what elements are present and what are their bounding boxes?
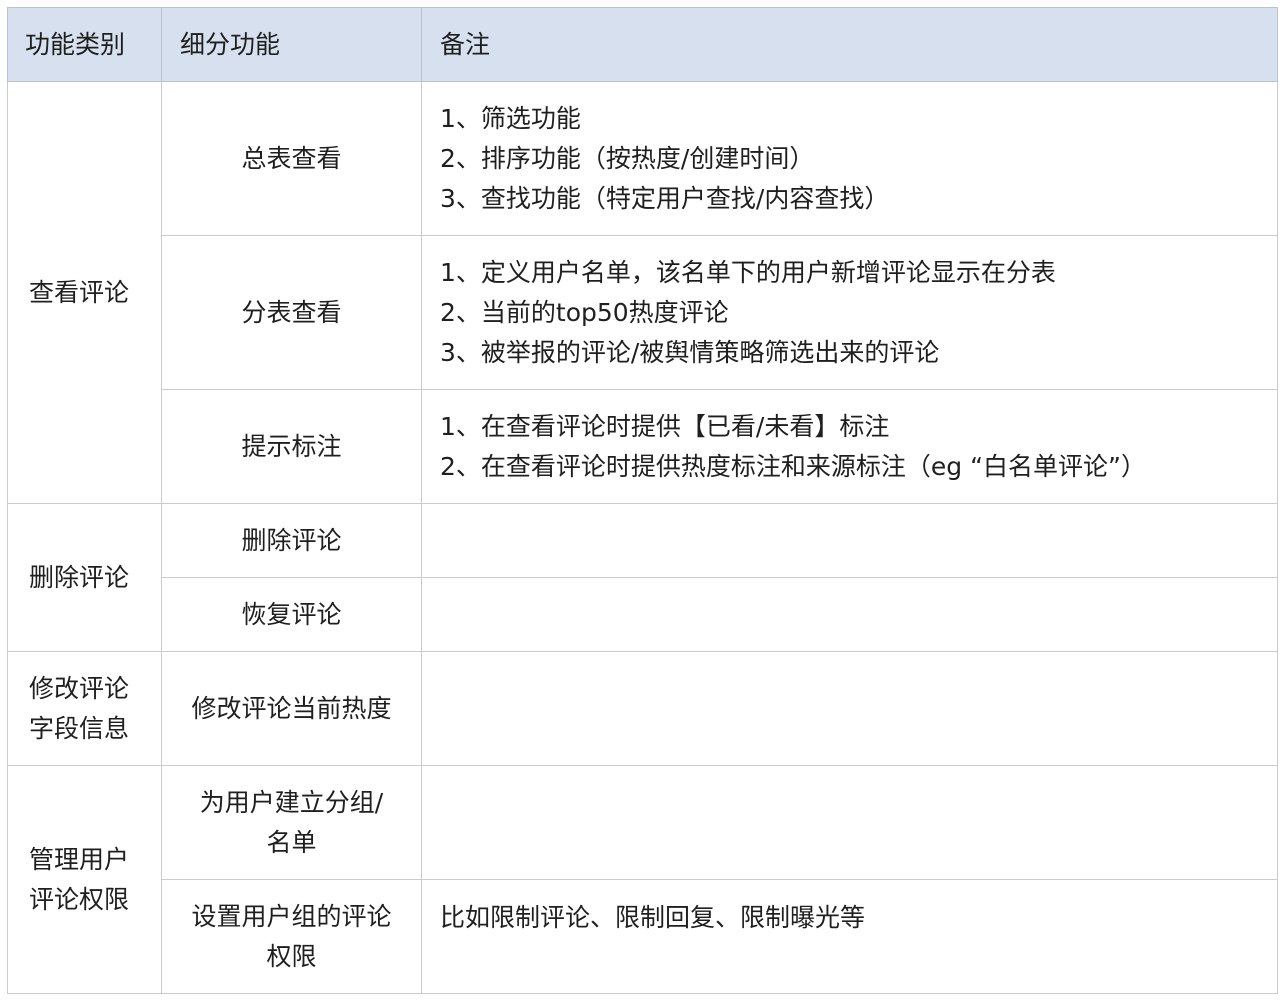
notes-cell xyxy=(421,651,1278,766)
table-row: 删除评论 删除评论 xyxy=(7,503,1278,652)
note-line: 3、被举报的评论/被舆情策略筛选出来的评论 xyxy=(440,337,940,367)
subfeature-line: 权限 xyxy=(266,941,317,971)
note-line: 1、筛选功能 xyxy=(440,103,581,133)
note-line: 2、在查看评论时提供热度标注和来源标注（eg “白名单评论”） xyxy=(440,451,1147,481)
header-subfeature: 细分功能 xyxy=(161,7,422,82)
notes-cell: 比如限制评论、限制回复、限制曝光等 xyxy=(421,879,1278,994)
subfeature-cell: 总表查看 xyxy=(161,81,422,236)
subfeature-cell: 修改评论当前热度 xyxy=(161,651,422,766)
notes-cell: 1、定义用户名单，该名单下的用户新增评论显示在分表 2、当前的top50热度评论… xyxy=(421,235,1278,390)
note-line: 3、查找功能（特定用户查找/内容查找） xyxy=(440,183,890,213)
category-line: 评论权限 xyxy=(29,884,130,914)
category-cell: 管理用户 评论权限 xyxy=(7,765,162,994)
notes-cell: 1、筛选功能 2、排序功能（按热度/创建时间） 3、查找功能（特定用户查找/内容… xyxy=(421,81,1278,236)
table-row: 恢复评论 xyxy=(8,577,1278,652)
subfeature-line: 设置用户组的评论 xyxy=(191,901,392,931)
header-category: 功能类别 xyxy=(7,7,162,82)
note-line: 2、排序功能（按热度/创建时间） xyxy=(440,143,815,173)
table-row: 修改评论 字段信息 修改评论当前热度 xyxy=(7,651,1278,766)
notes-cell xyxy=(421,503,1278,578)
table-row: 查看评论 总表查看 1、筛选功能 2、排序功能（按热度/创建时间） 3、查找功能… xyxy=(7,81,1278,504)
feature-table: 功能类别 细分功能 备注 查看评论 总表查看 1、筛选功能 2、排序功能（按热度… xyxy=(7,7,1278,994)
notes-cell xyxy=(421,765,1278,880)
note-line: 1、定义用户名单，该名单下的用户新增评论显示在分表 xyxy=(440,257,1056,287)
subfeature-cell: 分表查看 xyxy=(161,235,422,390)
subfeature-cell: 设置用户组的评论 权限 xyxy=(161,879,422,994)
header-notes: 备注 xyxy=(421,7,1278,82)
category-cell: 删除评论 xyxy=(7,503,162,652)
table-row: 提示标注 1、在查看评论时提供【已看/未看】标注 2、在查看评论时提供热度标注和… xyxy=(8,389,1278,504)
subfeature-cell: 为用户建立分组/ 名单 xyxy=(161,765,422,880)
note-line: 2、当前的top50热度评论 xyxy=(440,297,729,327)
table-header-row: 功能类别 细分功能 备注 xyxy=(7,7,1278,82)
table-row: 分表查看 1、定义用户名单，该名单下的用户新增评论显示在分表 2、当前的top5… xyxy=(8,235,1278,390)
notes-cell xyxy=(421,577,1278,652)
notes-cell: 1、在查看评论时提供【已看/未看】标注 2、在查看评论时提供热度标注和来源标注（… xyxy=(421,389,1278,504)
subfeature-cell: 删除评论 xyxy=(161,503,422,578)
category-line: 字段信息 xyxy=(29,713,130,743)
category-cell: 查看评论 xyxy=(7,81,162,504)
feature-table-container: 功能类别 细分功能 备注 查看评论 总表查看 1、筛选功能 2、排序功能（按热度… xyxy=(7,7,1278,994)
subfeature-cell: 恢复评论 xyxy=(161,577,422,652)
table-row: 管理用户 评论权限 为用户建立分组/ 名单 xyxy=(7,765,1278,994)
note-line: 1、在查看评论时提供【已看/未看】标注 xyxy=(440,411,890,441)
note-line: 比如限制评论、限制回复、限制曝光等 xyxy=(440,903,866,932)
subfeature-cell: 提示标注 xyxy=(161,389,422,504)
category-cell: 修改评论 字段信息 xyxy=(7,651,162,766)
category-line: 修改评论 xyxy=(29,673,130,703)
category-line: 管理用户 xyxy=(29,844,130,874)
subfeature-line: 名单 xyxy=(266,827,317,857)
subfeature-line: 为用户建立分组/ xyxy=(199,787,384,817)
table-row: 设置用户组的评论 权限 比如限制评论、限制回复、限制曝光等 xyxy=(8,879,1278,994)
